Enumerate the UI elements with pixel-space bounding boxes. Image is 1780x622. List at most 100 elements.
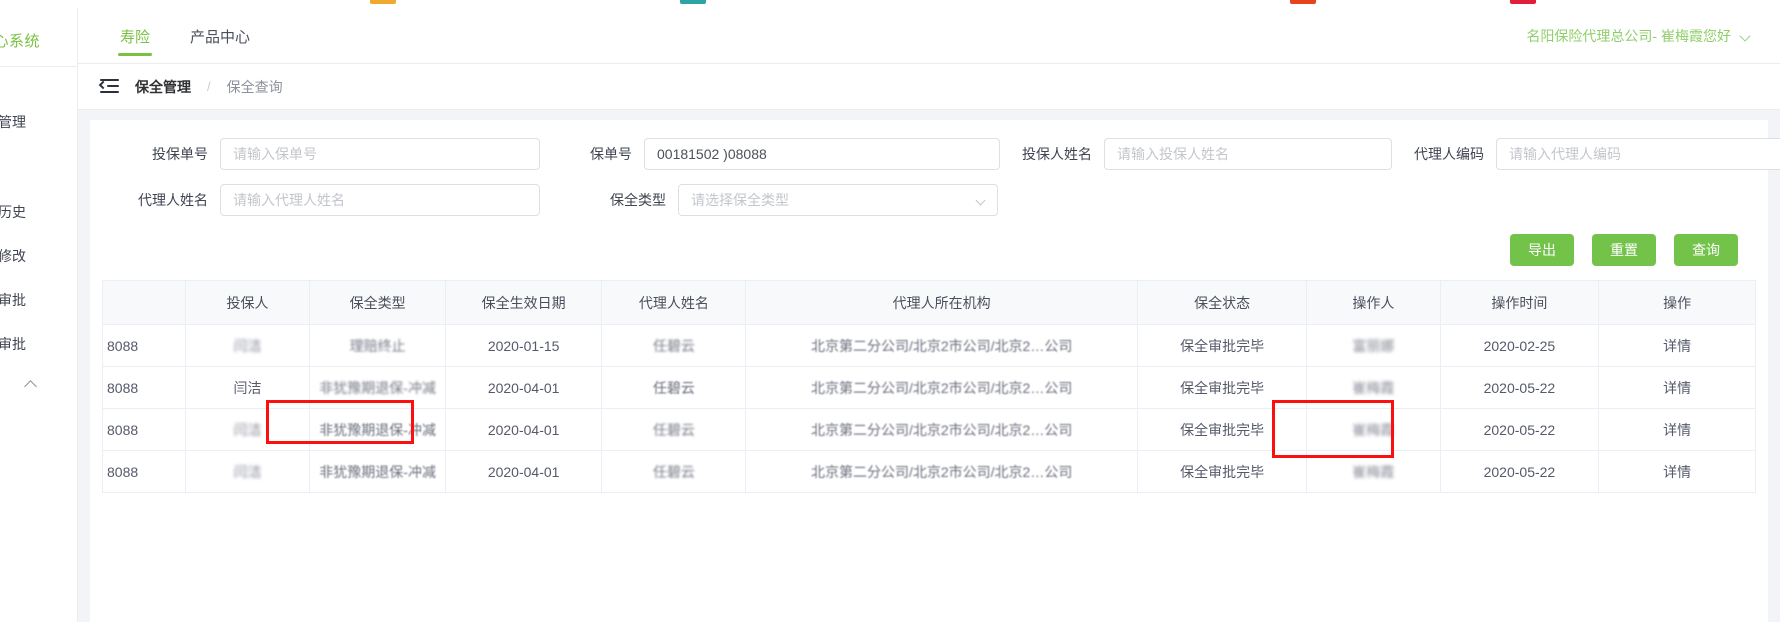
search-input-holder-name[interactable]: 请输入投保人姓名: [1104, 138, 1392, 170]
results-table-wrapper: 投保人 保全类型 保全生效日期 代理人姓名 代理人所在机构 保全状态 操作人 操…: [90, 280, 1768, 493]
product-tabs: 寿险 产品中心: [100, 8, 270, 64]
field-policy-type: 保全类型 请选择保全类型: [574, 184, 998, 216]
search-input-agent-code[interactable]: 请输入代理人编码: [1496, 138, 1780, 170]
cell-holder: 闫洁: [185, 366, 311, 409]
sidebar-item-baoquan-guanli[interactable]: 保全管理: [0, 112, 26, 132]
search-input-agent-name[interactable]: 请输入代理人姓名: [220, 184, 540, 216]
cell-type: 非犹豫期退保-冲减: [309, 450, 446, 493]
col-operator: 操作人: [1306, 280, 1441, 325]
table-row[interactable]: 8088 闫洁 非犹豫期退保-冲减 2020-04-01 任碧云 北京第二分公司…: [102, 450, 1756, 493]
field-agent-name: 代理人姓名 请输入代理人姓名: [116, 184, 540, 216]
search-form: 投保单号 请输入保单号 保单号 00181502 )08088 投保人姓名 请输…: [90, 120, 1780, 216]
user-menu[interactable]: 名阳保险代理总公司- 崔梅霞您好: [1526, 8, 1752, 64]
detail-link[interactable]: 详情: [1598, 324, 1756, 367]
col-policy-no: [102, 280, 186, 325]
search-form-row-1: 投保单号 请输入保单号 保单号 00181502 )08088 投保人姓名 请输…: [116, 138, 1780, 170]
cell-status: 保全审批完毕: [1137, 324, 1308, 367]
top-navigation-bar: 寿险 产品中心 名阳保险代理总公司- 崔梅霞您好: [78, 8, 1780, 64]
field-holder-name: 投保人姓名 请输入投保人姓名: [1000, 138, 1392, 170]
cell-agent-name: 任碧云: [601, 324, 747, 367]
cell-operator: 崔梅霞: [1306, 408, 1441, 451]
browser-tab-strip: [0, 0, 1780, 8]
sidebar-item-baoquan-lishi[interactable]: 保全历史: [0, 202, 26, 222]
cell-op-time: 2020-05-22: [1440, 408, 1600, 451]
results-table: 投保人 保全类型 保全生效日期 代理人姓名 代理人所在机构 保全状态 操作人 操…: [102, 280, 1756, 493]
cell-agent-name: 任碧云: [601, 450, 747, 493]
tab-shouxian[interactable]: 寿险: [100, 8, 170, 64]
cell-op-time: 2020-02-25: [1440, 324, 1600, 367]
table-header: 投保人 保全类型 保全生效日期 代理人姓名 代理人所在机构 保全状态 操作人 操…: [102, 280, 1756, 325]
select-policy-type[interactable]: 请选择保全类型: [678, 184, 998, 216]
cell-agent-org: 北京第二分公司/北京2市公司/北京2…公司: [745, 366, 1138, 409]
search-input-policy-no[interactable]: 00181502 )08088: [644, 138, 1000, 170]
tab-favicon-4: [1510, 0, 1536, 4]
tab-chanpin-zhongxin[interactable]: 产品中心: [170, 8, 270, 64]
search-form-row-2: 代理人姓名 请输入代理人姓名 保全类型 请选择保全类型: [116, 184, 1742, 216]
col-type: 保全类型: [309, 280, 446, 325]
breadcrumb-parent[interactable]: 保全管理: [135, 77, 191, 97]
label-application-no: 投保单号: [152, 146, 208, 162]
query-button[interactable]: 查询: [1674, 234, 1738, 266]
sidebar-item-hebao-shenpi[interactable]: 核保审批: [0, 334, 26, 354]
cell-policy-no: 8088: [102, 450, 186, 493]
label-agent-name: 代理人姓名: [138, 192, 208, 208]
detail-link[interactable]: 详情: [1598, 366, 1756, 409]
reset-button[interactable]: 重置: [1592, 234, 1656, 266]
sidebar-item-baoquan-shenpi[interactable]: 保全审批: [0, 290, 26, 310]
cell-type: 非犹豫期退保-冲减: [309, 366, 446, 409]
label-policy-type: 保全类型: [610, 192, 666, 208]
col-op-time: 操作时间: [1440, 280, 1600, 325]
cell-agent-name: 任碧云: [601, 366, 747, 409]
field-policy-no: 保单号 00181502 )08088: [540, 138, 1000, 170]
search-input-application-no[interactable]: 请输入保单号: [220, 138, 540, 170]
detail-link[interactable]: 详情: [1598, 450, 1756, 493]
menu-collapse-icon[interactable]: [98, 79, 119, 94]
detail-link[interactable]: 详情: [1598, 408, 1756, 451]
cell-op-time: 2020-05-22: [1440, 450, 1600, 493]
label-policy-no: 保单号: [590, 146, 632, 162]
cell-status: 保全审批完毕: [1137, 366, 1308, 409]
col-holder: 投保人: [185, 280, 311, 325]
select-policy-type-value: 请选择保全类型: [691, 192, 789, 208]
table-row[interactable]: 8088 闫洁 非犹豫期退保-冲减 2020-04-01 任碧云 北京第二分公司…: [102, 366, 1756, 409]
cell-holder: 闫洁: [185, 450, 311, 493]
query-panel: 投保单号 请输入保单号 保单号 00181502 )08088 投保人姓名 请输…: [90, 120, 1780, 622]
main-content: 投保单号 请输入保单号 保单号 00181502 )08088 投保人姓名 请输…: [78, 110, 1780, 622]
table-header-row: 投保人 保全类型 保全生效日期 代理人姓名 代理人所在机构 保全状态 操作人 操…: [102, 280, 1756, 325]
table-row[interactable]: 8088 闫洁 理赔终止 2020-01-15 任碧云 北京第二分公司/北京2市…: [102, 324, 1756, 367]
label-holder-name: 投保人姓名: [1022, 146, 1092, 162]
cell-agent-org: 北京第二分公司/北京2市公司/北京2…公司: [745, 408, 1138, 451]
chevron-down-icon: [977, 197, 986, 206]
cell-effective-date: 2020-04-01: [445, 408, 603, 451]
cell-policy-no: 8088: [102, 324, 186, 367]
cell-type: 理赔终止: [309, 324, 446, 367]
breadcrumb-separator: /: [207, 79, 211, 94]
export-button[interactable]: 导出: [1510, 234, 1574, 266]
col-agent-org: 代理人所在机构: [745, 280, 1138, 325]
tab-favicon-3: [1290, 0, 1316, 4]
sidebar-item-baodan-xiugai[interactable]: 保单修改: [0, 246, 26, 266]
table-row[interactable]: 8088 闫洁 非犹豫期退保-冲减 2020-04-01 任碧云 北京第二分公司…: [102, 408, 1756, 451]
sidebar: 核心系统 保全管理 保全历史 保单修改 保全审批 核保审批: [0, 8, 78, 622]
field-application-no: 投保单号 请输入保单号: [116, 138, 540, 170]
chevron-up-icon[interactable]: [26, 379, 38, 391]
cell-type: 非犹豫期退保-冲减: [309, 408, 446, 451]
tab-favicon-1: [370, 0, 396, 4]
action-button-row: 导出 重置 查询: [90, 230, 1768, 280]
user-name-label: 名阳保险代理总公司- 崔梅霞您好: [1526, 28, 1731, 44]
col-status: 保全状态: [1137, 280, 1308, 325]
field-agent-code: 代理人编码 请输入代理人编码: [1392, 138, 1780, 170]
cell-policy-no: 8088: [102, 408, 186, 451]
cell-agent-org: 北京第二分公司/北京2市公司/北京2…公司: [745, 450, 1138, 493]
cell-operator: 崔梅霞: [1306, 366, 1441, 409]
col-action: 操作: [1598, 280, 1756, 325]
cell-status: 保全审批完毕: [1137, 450, 1308, 493]
sidebar-divider: [0, 66, 77, 67]
col-agent-name: 代理人姓名: [601, 280, 747, 325]
cell-agent-name: 任碧云: [601, 408, 747, 451]
app-root: 核心系统 保全管理 保全历史 保单修改 保全审批 核保审批 寿险 产品中心 名阳…: [0, 0, 1780, 622]
sidebar-brand: 核心系统: [0, 33, 41, 50]
cell-agent-org: 北京第二分公司/北京2市公司/北京2…公司: [745, 324, 1138, 367]
table-body: 8088 闫洁 理赔终止 2020-01-15 任碧云 北京第二分公司/北京2市…: [102, 324, 1756, 493]
cell-holder: 闫洁: [185, 324, 311, 367]
